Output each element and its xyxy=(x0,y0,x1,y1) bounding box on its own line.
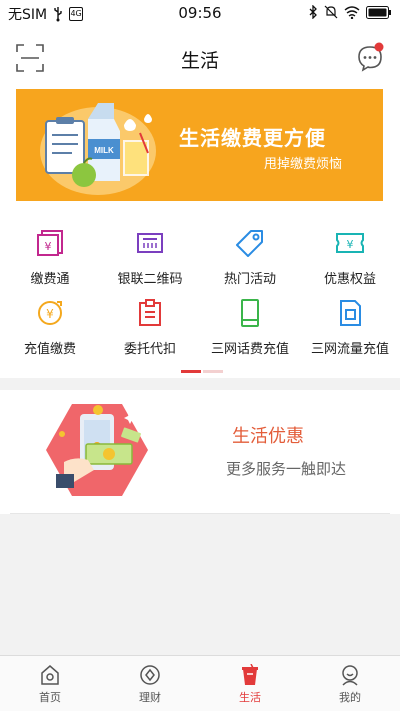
page-indicator-inactive xyxy=(203,370,223,373)
status-bar: 无SIM 4G 09:56 xyxy=(0,0,400,28)
tab-label: 我的 xyxy=(339,691,361,704)
page-indicator xyxy=(181,370,223,373)
grid-label: 委托代扣 xyxy=(123,342,176,357)
mute-bell-icon xyxy=(324,5,338,19)
banner-illustration: MILK xyxy=(40,103,156,195)
unionpay-qr-icon xyxy=(137,233,163,253)
recharge-coin-icon: ¥ xyxy=(38,301,62,325)
home-icon xyxy=(41,665,59,685)
grid-label: 三网流量充值 xyxy=(310,342,389,357)
tab-bar: 首页 理财 生活 我的 xyxy=(0,655,400,711)
nav-bar: 生活 xyxy=(0,28,400,86)
notification-dot xyxy=(374,42,384,52)
grid-label: 缴费通 xyxy=(30,272,70,287)
promo-title: 生活优惠 xyxy=(232,426,304,447)
tab-label: 生活 xyxy=(239,691,261,704)
phone-icon xyxy=(241,299,259,327)
grid-item-recharge[interactable]: ¥ 充值缴费 xyxy=(0,298,100,370)
tag-icon xyxy=(236,230,263,257)
promo-card[interactable]: 生活优惠 更多服务一触即达 xyxy=(0,390,400,514)
banner[interactable]: MILK 生活缴费更方便 甩掉缴费烦恼 xyxy=(16,89,383,201)
coupon-icon: ¥ xyxy=(336,233,364,253)
sim-card-icon xyxy=(340,300,361,326)
grid-label: 充值缴费 xyxy=(23,342,76,357)
svg-text:¥: ¥ xyxy=(45,240,52,253)
grid-label: 热门活动 xyxy=(223,272,276,287)
svg-text:¥: ¥ xyxy=(347,238,354,251)
bluetooth-icon xyxy=(309,5,317,19)
page-indicator-active xyxy=(181,370,201,373)
status-right xyxy=(308,5,392,19)
grid-item-benefits[interactable]: ¥ 优惠权益 xyxy=(300,228,400,300)
milk-carton-text: MILK xyxy=(94,146,114,155)
divider xyxy=(10,513,390,514)
message-icon[interactable] xyxy=(356,42,384,72)
grid-item-hot-activities[interactable]: 热门活动 xyxy=(200,228,300,300)
finance-icon xyxy=(140,665,160,685)
promo-subtitle: 更多服务一触即达 xyxy=(226,460,347,478)
bill-icon: ¥ xyxy=(37,230,63,256)
grid-item-unionpay-qr[interactable]: 银联二维码 xyxy=(100,228,200,300)
tab-profile[interactable]: 我的 xyxy=(300,656,400,711)
grid-item-bill[interactable]: ¥ 缴费通 xyxy=(0,228,100,300)
clipboard-icon xyxy=(139,299,161,326)
tab-label: 首页 xyxy=(39,691,61,704)
banner-subtitle: 甩掉缴费烦恼 xyxy=(264,157,343,172)
page-title: 生活 xyxy=(180,50,219,72)
grid-label: 银联二维码 xyxy=(117,272,183,287)
banner-section: MILK 生活缴费更方便 甩掉缴费烦恼 xyxy=(0,86,400,204)
money-hand-illustration xyxy=(46,404,148,496)
grid-item-entrusted-debit[interactable]: 委托代扣 xyxy=(100,298,200,370)
tab-label: 理财 xyxy=(139,691,161,704)
banner-title: 生活缴费更方便 xyxy=(179,126,326,150)
tab-finance[interactable]: 理财 xyxy=(100,656,200,711)
grid-label: 三网话费充值 xyxy=(210,342,289,357)
tab-home[interactable]: 首页 xyxy=(0,656,100,711)
life-cup-icon xyxy=(242,664,258,685)
service-grid: ¥ 缴费通 银联二维码 热门活动 ¥ 优惠权益 ¥ 充值缴费 委托代扣 三网话费… xyxy=(0,204,400,378)
wifi-icon xyxy=(344,5,360,19)
tab-life[interactable]: 生活 xyxy=(200,656,300,711)
profile-icon xyxy=(342,665,358,686)
grid-label: 优惠权益 xyxy=(323,272,376,287)
grid-item-phone-recharge[interactable]: 三网话费充值 xyxy=(200,298,300,370)
grid-item-data-recharge[interactable]: 三网流量充值 xyxy=(300,298,400,370)
svg-text:¥: ¥ xyxy=(46,307,54,321)
battery-icon xyxy=(366,5,391,19)
app-page: 无SIM 4G 09:56 生活 MILK 生活缴费更方便 甩掉缴费烦恼 ¥ 缴… xyxy=(0,0,400,711)
